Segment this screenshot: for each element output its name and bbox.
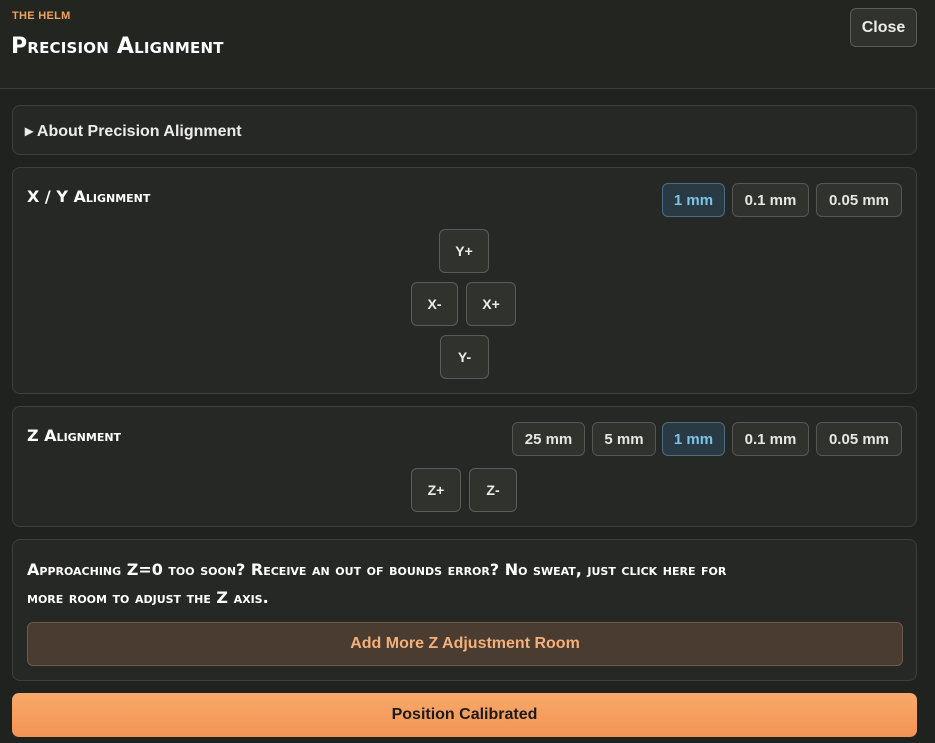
z-room-info-line-2: more room to adjust the Z axis. [27,588,269,607]
xy-alignment-panel: X / Y Alignment 1 mm 0.1 mm 0.05 mm Y+ X… [12,167,917,394]
jog-y-plus-button[interactable]: Y+ [439,229,489,273]
position-calibrated-button[interactable]: Position Calibrated [12,693,917,737]
page-title: Precision Alignment [11,34,224,59]
modal-header: THE HELM Precision Alignment Close [0,0,935,89]
xy-step-0.1mm[interactable]: 0.1 mm [732,183,809,217]
app-eyebrow: THE HELM [12,10,71,22]
z-section-title: Z Alignment [27,426,122,445]
xy-step-1mm[interactable]: 1 mm [662,183,725,217]
z-step-5mm[interactable]: 5 mm [592,422,656,456]
jog-y-minus-button[interactable]: Y- [440,335,489,379]
xy-section-title: X / Y Alignment [27,187,151,206]
z-room-info-panel: Approaching Z=0 too soon? Receive an out… [12,539,917,681]
jog-z-minus-button[interactable]: Z- [469,468,517,512]
z-alignment-panel: Z Alignment 25 mm 5 mm 1 mm 0.1 mm 0.05 … [12,406,917,527]
z-step-1mm[interactable]: 1 mm [662,422,725,456]
add-z-room-button[interactable]: Add More Z Adjustment Room [27,622,903,666]
close-button[interactable]: Close [850,8,917,47]
z-room-info-text: Approaching Z=0 too soon? Receive an out… [27,556,897,612]
z-step-25mm[interactable]: 25 mm [512,422,585,456]
xy-step-0.05mm[interactable]: 0.05 mm [816,183,902,217]
jog-x-plus-button[interactable]: X+ [466,282,516,326]
jog-x-minus-button[interactable]: X- [411,282,458,326]
z-step-0.1mm[interactable]: 0.1 mm [732,422,809,456]
about-disclosure[interactable]: ▸ About Precision Alignment [12,105,917,155]
about-disclosure-label[interactable]: ▸ About Precision Alignment [25,121,242,141]
jog-z-plus-button[interactable]: Z+ [411,468,461,512]
z-step-0.05mm[interactable]: 0.05 mm [816,422,902,456]
z-room-info-line-1: Approaching Z=0 too soon? Receive an out… [27,560,727,579]
